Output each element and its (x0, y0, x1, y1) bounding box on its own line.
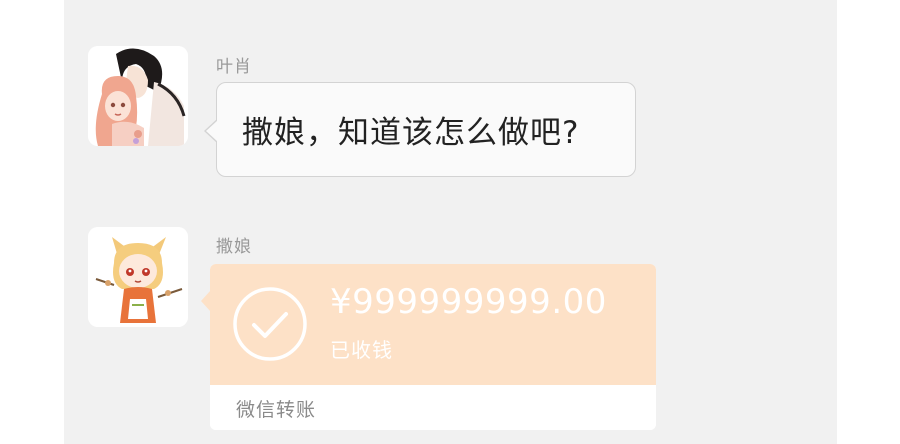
sender-name: 撒娘 (216, 237, 252, 257)
anime-couple-avatar-icon (88, 46, 188, 146)
transfer-amount: ¥999999999.00 (330, 282, 607, 322)
sender-avatar-yexiao[interactable] (88, 46, 188, 146)
message-text: 撒娘，知道该怎么做吧? (242, 115, 580, 151)
transfer-label: 微信转账 (236, 399, 317, 421)
message-bubble[interactable]: 撒娘，知道该怎么做吧? (204, 82, 636, 177)
transfer-status: 已收钱 (330, 338, 393, 362)
transfer-card[interactable]: ¥999999999.00 已收钱 微信转账 (201, 264, 656, 430)
sender-name: 叶肖 (216, 57, 252, 77)
sender-avatar-saniang[interactable] (88, 227, 188, 327)
chibi-fox-girl-avatar-icon (88, 227, 188, 327)
check-circle-icon (233, 287, 307, 361)
bubble-tail-fill (206, 120, 218, 142)
transfer-card-header: ¥999999999.00 已收钱 (210, 264, 656, 385)
transfer-card-footer: 微信转账 (210, 385, 656, 430)
